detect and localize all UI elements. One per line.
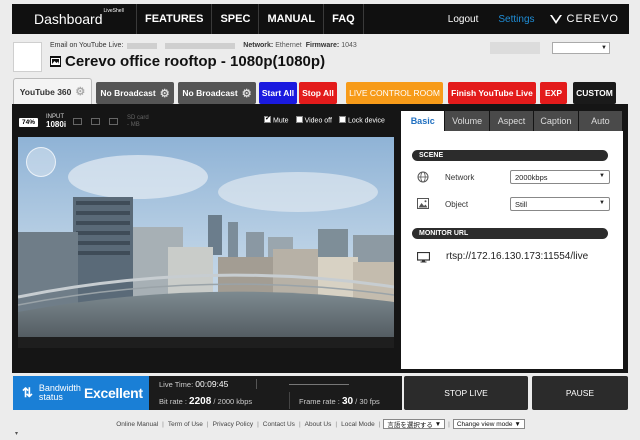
pause-button[interactable]: PAUSE xyxy=(532,376,628,410)
footer-online-manual[interactable]: Online Manual xyxy=(112,421,162,428)
network-select-value: 2000kbps xyxy=(515,172,548,182)
globe-icon xyxy=(417,171,429,183)
mute-checkbox[interactable]: Mute xyxy=(264,114,289,124)
network-select[interactable]: 2000kbps ▼ xyxy=(510,170,610,184)
logout-link[interactable]: Logout xyxy=(448,14,479,25)
object-label: Object xyxy=(445,200,469,209)
redacted-account xyxy=(490,42,540,54)
monitor-url-section-header: MONITOR URL xyxy=(412,228,608,239)
network-label: Network xyxy=(445,173,475,182)
tab-auto[interactable]: Auto xyxy=(578,111,623,131)
cerevo-logo-icon xyxy=(549,14,562,24)
footer-dot: ▾ xyxy=(15,431,19,437)
cerevo-logo: CEREVO xyxy=(549,13,619,25)
chevron-down-icon: ▼ xyxy=(599,200,605,206)
page-title: Cerevo office rooftop - 1080p(1080p) xyxy=(50,53,325,70)
usb-icon xyxy=(91,117,102,126)
tab-no-broadcast-2[interactable]: No Broadcast ⚙ xyxy=(178,82,256,104)
object-select[interactable]: Still ▼ xyxy=(510,197,610,211)
footer-privacy-policy[interactable]: Privacy Policy xyxy=(209,421,257,428)
exp-button[interactable]: EXP xyxy=(540,82,567,104)
settings-link[interactable]: Settings xyxy=(498,14,534,25)
tab-volume[interactable]: Volume xyxy=(445,111,489,131)
monitor-icon xyxy=(417,252,430,263)
network-label: Network: xyxy=(243,42,274,49)
nav-spec[interactable]: SPEC xyxy=(211,4,258,34)
checkbox[interactable] xyxy=(295,116,303,123)
tab-label: No Broadcast xyxy=(100,88,156,98)
channel-thumbnail[interactable] xyxy=(13,42,42,72)
nav-features[interactable]: FEATURES xyxy=(136,4,211,34)
start-all-button[interactable]: Start All xyxy=(259,82,297,104)
device-icon xyxy=(73,117,84,126)
nav-manual[interactable]: MANUAL xyxy=(258,4,323,34)
checkbox-checked[interactable] xyxy=(264,114,271,123)
settings-tabs: Basic Volume Aspect Caption Auto xyxy=(401,111,623,131)
bandwidth-quality: Excellent xyxy=(83,385,143,401)
network-value: Ethernet xyxy=(275,42,302,49)
tab-basic[interactable]: Basic xyxy=(401,111,445,131)
sd-card-icon xyxy=(109,117,120,126)
gear-icon[interactable]: ⚙ xyxy=(242,87,252,100)
tab-aspect[interactable]: Aspect xyxy=(489,111,534,131)
live-panel: 74% INPUT1080i SD card- MB Mute Video of… xyxy=(12,104,628,373)
tab-label: No Broadcast xyxy=(182,88,238,98)
redacted-email-2 xyxy=(165,42,236,49)
sd-card-status: SD card - MB xyxy=(127,115,149,128)
video-preview[interactable] xyxy=(18,137,394,348)
top-nav: DashboardLiveShell FEATURES SPEC MANUAL … xyxy=(12,4,629,34)
rooftop-city-scene xyxy=(18,137,394,348)
view-mode-select[interactable]: Change view mode ▼ xyxy=(452,419,525,429)
redacted-email xyxy=(127,42,158,49)
lock-device-checkbox[interactable]: Lock device xyxy=(338,116,385,124)
object-select-value: Still xyxy=(515,199,528,209)
dropdown-arrow-icon: ▼ xyxy=(601,45,607,51)
language-select[interactable]: 言語を選択する ▼ xyxy=(383,419,446,429)
monitor-url[interactable]: rtsp://172.16.130.173:11554/live xyxy=(446,251,588,262)
tab-label: YouTube 360 xyxy=(19,86,72,97)
footer-local-mode[interactable]: Local Mode xyxy=(337,421,379,428)
finish-youtube-live-button[interactable]: Finish YouTube Live xyxy=(448,82,536,104)
email-label: Email on YouTube Live: xyxy=(50,42,124,49)
footer: Online Manual | Term of Use | Privacy Poli… xyxy=(0,418,640,430)
dashboard-brand[interactable]: DashboardLiveShell xyxy=(12,8,136,27)
footer-contact-us[interactable]: Contact Us xyxy=(259,421,299,428)
stop-live-button[interactable]: STOP LIVE xyxy=(404,376,528,410)
tab-caption[interactable]: Caption xyxy=(534,111,578,131)
gear-icon[interactable]: ⚙ xyxy=(75,85,85,98)
framerate: Frame rate : 30 / 30 fps xyxy=(299,396,380,407)
stream-title: Cerevo office rooftop - 1080p(1080p) xyxy=(65,53,326,70)
live-time: Live Time: 00:09:45 xyxy=(159,379,229,389)
chevron-down-icon: ▼ xyxy=(599,173,605,179)
bandwidth-label: Bandwidth status xyxy=(38,383,81,402)
footer-about-us[interactable]: About Us xyxy=(301,421,336,428)
scene-section-header: SCENE xyxy=(412,150,608,161)
custom-button[interactable]: CUSTOM xyxy=(573,82,616,104)
footer-term-of-use[interactable]: Term of Use xyxy=(164,421,207,428)
input-indicator: INPUT 1080i xyxy=(46,114,67,129)
battery-indicator: 74% xyxy=(19,117,39,127)
tab-no-broadcast-1[interactable]: No Broadcast ⚙ xyxy=(96,82,174,104)
stop-all-button[interactable]: Stop All xyxy=(299,82,337,104)
progress-track xyxy=(289,384,349,385)
bandwidth-status: ⇅ Bandwidth status Excellent xyxy=(13,376,149,410)
tab-youtube-360[interactable]: YouTube 360 ⚙ xyxy=(13,78,92,104)
firmware-label: Firmware: xyxy=(305,42,340,49)
gear-icon[interactable]: ⚙ xyxy=(160,87,170,100)
checkbox[interactable] xyxy=(338,116,346,123)
stream-stats: Live Time: 00:09:45 Bit rate : 2208 / 20… xyxy=(149,376,402,410)
bandwidth-arrows-icon: ⇅ xyxy=(22,385,33,400)
device-info-line: Email on YouTube Live: Network: Ethernet… xyxy=(50,42,357,49)
nav-faq[interactable]: FAQ xyxy=(323,4,364,34)
live-control-room-button[interactable]: LIVE CONTROL ROOM xyxy=(346,82,443,104)
account-select[interactable]: ▼ xyxy=(552,42,610,54)
bitrate: Bit rate : 2208 / 2000 kbps xyxy=(159,396,253,407)
image-icon xyxy=(50,56,61,67)
video-off-checkbox[interactable]: Video off xyxy=(295,116,332,124)
firmware-value: 1043 xyxy=(341,42,357,49)
video-options: Mute Video off Lock device xyxy=(264,114,385,124)
picture-icon xyxy=(417,198,429,209)
pan-control[interactable] xyxy=(26,147,56,177)
settings-panel: Basic Volume Aspect Caption Auto SCENE N… xyxy=(401,111,623,369)
